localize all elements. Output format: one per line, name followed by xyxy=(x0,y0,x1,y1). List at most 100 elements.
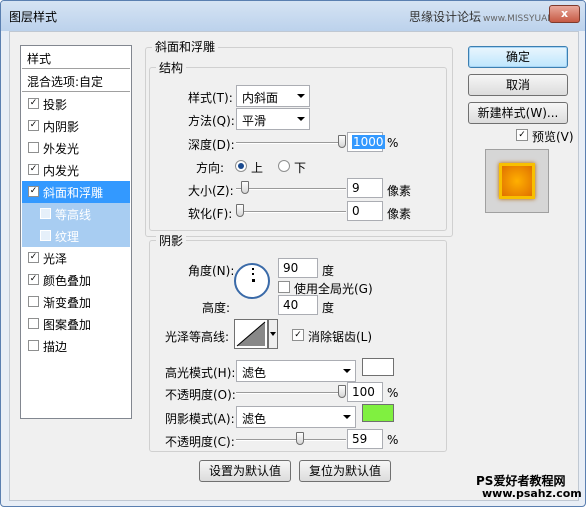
highlight-opacity-thumb[interactable] xyxy=(338,385,346,398)
soften-label: 软化(F): xyxy=(188,207,233,221)
sidebar-item[interactable]: 渐变叠加 xyxy=(22,291,130,313)
altitude-input[interactable]: 40 xyxy=(278,295,318,315)
size-label: 大小(Z): xyxy=(188,184,234,198)
size-slider[interactable] xyxy=(236,188,346,190)
global-light-checkbox[interactable] xyxy=(278,281,290,293)
depth-label: 深度(D): xyxy=(188,138,235,152)
checkbox[interactable]: ✓ xyxy=(28,186,39,197)
direction-up-radio[interactable] xyxy=(235,160,247,172)
antialias-label: 消除锯齿(L) xyxy=(308,330,373,344)
size-input[interactable]: 9 xyxy=(347,178,383,198)
preview-label: 预览(V) xyxy=(532,130,574,144)
shadow-mode-label: 阴影模式(A): xyxy=(165,412,235,426)
shadow-opacity-input[interactable]: 59 xyxy=(347,429,383,449)
technique-label: 方法(Q): xyxy=(188,114,235,128)
cancel-button[interactable]: 取消 xyxy=(468,74,568,96)
highlight-color-swatch[interactable] xyxy=(362,358,394,376)
close-button[interactable]: x xyxy=(549,5,580,23)
depth-unit: % xyxy=(387,136,399,150)
structure-title: 结构 xyxy=(156,59,187,76)
checkbox[interactable]: ✓ xyxy=(28,164,39,175)
technique-dropdown[interactable]: 平滑 xyxy=(236,108,310,130)
sidebar-item-label: 颜色叠加 xyxy=(43,274,92,288)
altitude-label: 高度: xyxy=(202,301,231,315)
depth-input[interactable]: 1000 xyxy=(347,132,385,152)
direction-down-label: 下 xyxy=(294,161,307,175)
altitude-unit: 度 xyxy=(322,301,335,315)
shadow-color-swatch[interactable] xyxy=(362,404,394,422)
sidebar-item[interactable]: 图案叠加 xyxy=(22,313,130,335)
depth-slider[interactable] xyxy=(236,142,346,144)
angle-unit: 度 xyxy=(322,264,335,278)
sidebar-item-label: 等高线 xyxy=(55,208,92,222)
sidebar-item[interactable]: ✓ 斜面和浮雕 xyxy=(22,181,130,203)
highlight-mode-label: 高光模式(H): xyxy=(165,366,236,380)
sidebar-item-label: 斜面和浮雕 xyxy=(43,186,104,200)
sidebar-item[interactable]: ✓ 内阴影 xyxy=(22,115,130,137)
checkbox[interactable] xyxy=(28,340,39,351)
checkbox[interactable] xyxy=(28,296,39,307)
checkbox[interactable]: ✓ xyxy=(28,98,39,109)
soften-slider-thumb[interactable] xyxy=(236,204,244,217)
style-preview xyxy=(485,149,549,213)
checkbox[interactable] xyxy=(28,318,39,329)
reset-default-button[interactable]: 复位为默认值 xyxy=(299,460,391,482)
sidebar-item[interactable]: ✓ 投影 xyxy=(22,93,130,115)
sidebar-item-label: 纹理 xyxy=(55,230,80,244)
new-style-button[interactable]: 新建样式(W)... xyxy=(468,102,568,124)
highlight-mode-dropdown[interactable]: 滤色 xyxy=(236,360,356,382)
sidebar-item[interactable]: ✓ 颜色叠加 xyxy=(22,269,130,291)
make-default-button[interactable]: 设置为默认值 xyxy=(199,460,291,482)
gloss-contour-label: 光泽等高线: xyxy=(165,330,230,344)
highlight-opacity-slider[interactable] xyxy=(236,392,346,394)
shadow-opacity-slider[interactable] xyxy=(236,439,346,441)
checkbox[interactable]: ✓ xyxy=(28,120,39,131)
sidebar-item[interactable]: 等高线 xyxy=(22,203,130,225)
sidebar-item-label: 内发光 xyxy=(43,164,80,178)
chevron-down-icon xyxy=(270,332,276,336)
angle-label: 角度(N): xyxy=(188,264,235,278)
sidebar-item-label: 光泽 xyxy=(43,252,68,266)
gloss-contour-dropdown[interactable] xyxy=(268,319,278,349)
site-url: www.psahz.com xyxy=(482,487,582,500)
checkbox[interactable]: ✓ xyxy=(28,252,39,263)
sidebar-item[interactable]: 外发光 xyxy=(22,137,130,159)
checkbox[interactable] xyxy=(40,208,51,219)
styles-header[interactable]: 样式 xyxy=(22,47,130,69)
chevron-down-icon xyxy=(343,369,351,373)
bevel-emboss-title: 斜面和浮雕 xyxy=(152,38,219,55)
shadow-opacity-unit: % xyxy=(387,433,399,447)
direction-up-label: 上 xyxy=(251,161,264,175)
direction-down-radio[interactable] xyxy=(278,160,290,172)
checkbox[interactable] xyxy=(40,230,51,241)
soften-input[interactable]: 0 xyxy=(347,201,383,221)
sidebar-item[interactable]: 纹理 xyxy=(22,225,130,247)
sidebar-item[interactable]: 描边 xyxy=(22,335,130,357)
shadow-mode-dropdown[interactable]: 滤色 xyxy=(236,406,356,428)
soften-slider[interactable] xyxy=(236,211,346,213)
shadow-opacity-thumb[interactable] xyxy=(296,432,305,445)
angle-dial[interactable] xyxy=(234,263,270,299)
highlight-opacity-input[interactable]: 100 xyxy=(347,382,383,402)
shading-title: 阴影 xyxy=(156,232,187,249)
antialias-checkbox[interactable]: ✓ xyxy=(292,329,304,341)
ok-button[interactable]: 确定 xyxy=(468,46,568,68)
style-dropdown[interactable]: 内斜面 xyxy=(236,85,310,107)
sidebar-item-label: 描边 xyxy=(43,340,68,354)
sidebar-item[interactable]: ✓ 光泽 xyxy=(22,247,130,269)
angle-input[interactable]: 90 xyxy=(278,258,318,278)
dialog-body: 样式 混合选项:自定 ✓ 投影 ✓ 内阴影 外发光 ✓ 内发光 ✓ 斜面和浮雕 等高线 纹理 ✓ 光泽 ✓… xyxy=(9,31,582,501)
gloss-contour-preview[interactable] xyxy=(234,319,268,349)
blend-options-item[interactable]: 混合选项:自定 xyxy=(22,70,130,92)
sidebar-item[interactable]: ✓ 内发光 xyxy=(22,159,130,181)
highlight-opacity-label: 不透明度(O): xyxy=(165,388,236,402)
chevron-down-icon xyxy=(297,117,305,121)
preview-checkbox[interactable]: ✓ xyxy=(516,129,528,141)
size-slider-thumb[interactable] xyxy=(241,181,250,194)
checkbox[interactable]: ✓ xyxy=(28,274,39,285)
window-title: 图层样式 xyxy=(9,10,58,24)
depth-slider-thumb[interactable] xyxy=(338,135,346,148)
checkbox[interactable] xyxy=(28,142,39,153)
contour-curve-icon xyxy=(236,321,266,347)
title-bar: 图层样式 思缘设计论坛 www.MISSYUAN.com x xyxy=(1,1,585,31)
